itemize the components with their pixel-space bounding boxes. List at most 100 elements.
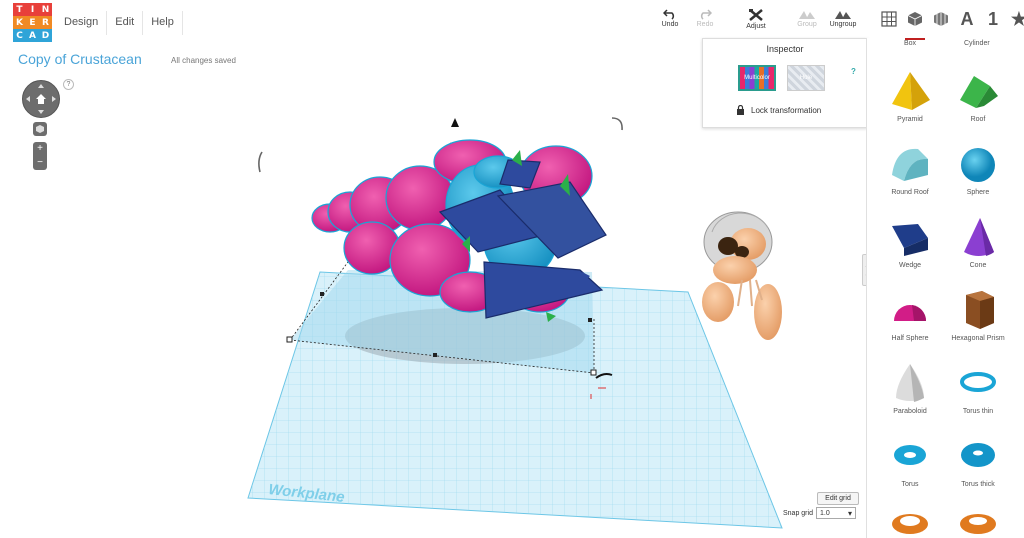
number-icon[interactable]: 1 — [980, 8, 1006, 30]
undo-label: Undo — [661, 21, 679, 28]
undo-button[interactable]: Undo — [652, 8, 688, 28]
torus-icon — [894, 445, 926, 465]
redo-label: Redo — [696, 21, 714, 28]
logo-letter: I — [26, 3, 39, 16]
logo-letter: N — [39, 3, 52, 16]
shape-label: Paraboloid — [893, 408, 927, 415]
shape-torus-thick[interactable]: Torus thick — [942, 433, 1014, 488]
inspector-panel: Inspector Multicolor Hole ? Lock transfo… — [702, 38, 868, 128]
group-button[interactable]: Group — [789, 8, 825, 28]
shapes-view-icon[interactable] — [928, 8, 954, 30]
logo-letter: A — [26, 29, 39, 42]
logo-letter: C — [13, 29, 26, 42]
snap-grid-select[interactable]: 1.0 — [816, 507, 856, 520]
hexagonal-prism-icon — [966, 291, 994, 329]
shape-torus[interactable]: Torus — [874, 433, 946, 488]
logo-letter: T — [13, 3, 26, 16]
shape-label: Wedge — [898, 262, 922, 269]
shape-label: Half Sphere — [891, 335, 929, 342]
star-icon[interactable]: ★ — [1006, 8, 1024, 30]
shape-label-cylinder: Cylinder — [964, 40, 990, 47]
logo-letter: D — [39, 29, 52, 42]
roof-icon — [960, 76, 998, 108]
redo-icon — [700, 9, 712, 20]
resize-handle[interactable] — [286, 336, 293, 343]
shape-cone[interactable]: Cone — [942, 214, 1014, 269]
half-sphere-icon — [894, 305, 927, 321]
shape-wedge[interactable]: Wedge — [874, 214, 946, 269]
ring-icon — [960, 514, 996, 534]
menu-help[interactable]: Help — [142, 11, 183, 35]
top-bar: T I N K E R C A D Design Edit Help Undo … — [0, 0, 1024, 42]
shape-paraboloid[interactable]: Paraboloid — [874, 360, 946, 415]
shape-label: Torus thin — [962, 408, 994, 415]
adjust-button[interactable]: Adjust — [738, 8, 774, 30]
shape-sphere[interactable]: Sphere — [942, 141, 1014, 196]
shapes-panel: Box Cylinder Pyramid Roof Round Roof Sph… — [866, 38, 1024, 538]
shape-label-box: Box — [904, 40, 917, 47]
resize-handle[interactable] — [320, 292, 324, 296]
lock-icon — [737, 105, 744, 115]
box-shape-fragment — [905, 38, 925, 40]
undo-icon — [663, 9, 675, 20]
wedge-icon — [892, 224, 928, 256]
shape-label: Torus thick — [961, 481, 995, 488]
torus-thin-icon — [960, 372, 996, 392]
menu-edit[interactable]: Edit — [106, 11, 142, 35]
tube-icon — [892, 514, 928, 534]
shape-label: Pyramid — [897, 116, 923, 123]
torus-thick-icon — [961, 443, 995, 467]
text-icon[interactable]: A — [954, 8, 980, 30]
hermit-crab-model[interactable] — [702, 211, 782, 340]
hole-label: Hole — [799, 75, 813, 81]
ungroup-label: Ungroup — [829, 21, 857, 28]
hole-swatch[interactable]: Hole — [787, 65, 825, 91]
resize-handle[interactable] — [433, 353, 437, 357]
ungroup-button[interactable]: Ungroup — [825, 8, 861, 28]
shape-label: Cone — [969, 262, 987, 269]
logo-letter: R — [39, 16, 52, 29]
ungroup-icon — [835, 11, 851, 19]
shape-label: Sphere — [966, 189, 990, 196]
edit-grid-button[interactable]: Edit grid — [817, 492, 859, 505]
grid-view-icon[interactable] — [876, 8, 902, 30]
inspector-title: Inspector — [766, 44, 804, 54]
shape-label: Round Roof — [891, 189, 929, 196]
adjust-label: Adjust — [746, 23, 766, 30]
box-view-icon[interactable] — [902, 8, 928, 30]
shape-label: Torus — [901, 481, 919, 488]
shape-hexagonal-prism[interactable]: Hexagonal Prism — [942, 287, 1014, 342]
view-toolbar: A 1 ★ — [876, 8, 1024, 30]
resize-handle[interactable] — [590, 369, 597, 376]
inspector-help-icon[interactable]: ? — [851, 67, 856, 76]
cone-icon — [964, 218, 994, 256]
resize-handle[interactable] — [588, 318, 592, 322]
shape-pyramid[interactable]: Pyramid — [874, 68, 946, 123]
paraboloid-icon — [896, 364, 924, 402]
lock-transformation[interactable]: Lock transformation — [736, 105, 821, 115]
group-label: Group — [797, 21, 817, 28]
main-menu: Design Edit Help — [56, 11, 183, 35]
sphere-icon — [961, 148, 995, 182]
shape-roof[interactable]: Roof — [942, 68, 1014, 123]
logo-letter: E — [26, 16, 39, 29]
snap-grid-label: Snap grid — [783, 510, 813, 517]
menu-design[interactable]: Design — [56, 11, 106, 35]
group-icon — [799, 11, 815, 19]
lift-arrow-icon[interactable] — [451, 118, 459, 127]
lock-label: Lock transformation — [751, 105, 822, 115]
shape-label: Roof — [970, 116, 986, 123]
adjust-icon — [749, 9, 763, 21]
multicolor-swatch[interactable]: Multicolor — [738, 65, 776, 91]
shape-label: Hexagonal Prism — [951, 335, 1005, 342]
rotate-handle-icon[interactable] — [611, 117, 623, 131]
multicolor-label: Multicolor — [744, 75, 770, 81]
logo-letter: K — [13, 16, 26, 29]
round-roof-icon — [892, 148, 928, 181]
redo-button[interactable]: Redo — [687, 8, 723, 28]
shape-torus-thin[interactable]: Torus thin — [942, 360, 1014, 415]
tinkercad-logo[interactable]: T I N K E R C A D — [13, 3, 52, 42]
shape-round-roof[interactable]: Round Roof — [874, 141, 946, 196]
rotate-handle-icon[interactable] — [258, 151, 263, 173]
shape-half-sphere[interactable]: Half Sphere — [874, 287, 946, 342]
